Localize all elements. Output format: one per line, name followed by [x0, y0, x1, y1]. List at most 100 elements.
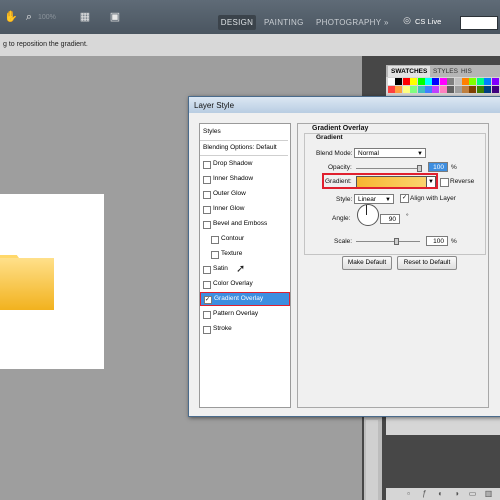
trash-icon[interactable]: ▥ — [484, 489, 493, 498]
search-input[interactable] — [460, 16, 498, 30]
swatch[interactable] — [454, 86, 462, 93]
checkbox[interactable] — [203, 176, 211, 184]
workspace-photography[interactable]: PHOTOGRAPHY — [316, 15, 381, 30]
swatch[interactable] — [491, 86, 499, 93]
swatch[interactable] — [439, 78, 447, 85]
adjustment-icon[interactable]: ◑ — [452, 489, 461, 498]
swatch[interactable] — [491, 78, 499, 85]
list-item-gradient-overlay[interactable]: ✓ Gradient Overlay — [200, 292, 290, 306]
scale-slider-thumb[interactable] — [394, 238, 399, 245]
blend-mode-label: Blend Mode: — [316, 150, 353, 157]
workspace-more[interactable]: » — [384, 15, 389, 30]
swatch[interactable] — [462, 86, 469, 93]
mask-icon[interactable]: ◐ — [436, 489, 445, 498]
swatch[interactable] — [447, 78, 455, 85]
swatch[interactable] — [425, 86, 432, 93]
style-label: Style: — [336, 196, 353, 203]
swatch[interactable] — [388, 78, 395, 85]
swatch[interactable] — [439, 86, 447, 93]
new-swatch-icon[interactable]: ▫ — [404, 489, 413, 498]
swatch[interactable] — [476, 78, 484, 85]
swatch[interactable] — [395, 86, 403, 93]
checkbox[interactable] — [211, 236, 219, 244]
checkbox[interactable] — [203, 191, 211, 199]
list-item-styles[interactable]: Styles — [200, 125, 288, 139]
angle-dial[interactable] — [357, 204, 379, 226]
tab-history[interactable]: HIS — [458, 66, 475, 77]
angle-dial-hand — [366, 205, 367, 215]
swatch[interactable] — [402, 86, 410, 93]
workspace-design[interactable]: DESIGN — [218, 15, 256, 30]
list-item-contour[interactable]: Contour — [200, 232, 288, 246]
list-item-color-overlay[interactable]: Color Overlay — [200, 277, 288, 291]
swatch[interactable] — [484, 86, 492, 93]
workspace-painting[interactable]: PAINTING — [264, 15, 304, 30]
swatch[interactable] — [469, 86, 477, 93]
cs-live-menu[interactable]: CS Live — [415, 17, 441, 26]
reverse-checkbox[interactable] — [440, 178, 449, 187]
swatch[interactable] — [395, 78, 403, 85]
reset-to-default-button[interactable]: Reset to Default — [397, 256, 457, 270]
checkbox[interactable] — [203, 266, 211, 274]
swatch[interactable] — [417, 78, 425, 85]
checkbox[interactable] — [203, 206, 211, 214]
checkbox[interactable] — [203, 281, 211, 289]
tab-swatches[interactable]: SWATCHES — [388, 66, 431, 77]
opacity-slider[interactable] — [356, 168, 420, 169]
checkbox[interactable] — [211, 251, 219, 259]
list-item-outer-glow[interactable]: Outer Glow — [200, 187, 288, 201]
checkbox[interactable]: ✓ — [204, 296, 212, 304]
dialog-titlebar[interactable] — [189, 97, 500, 113]
swatch[interactable] — [410, 78, 418, 85]
cs-live-icon[interactable]: ◎ — [400, 15, 414, 26]
panel-scroll-area — [366, 420, 378, 500]
list-item-satin[interactable]: Satin — [200, 262, 288, 276]
scale-input[interactable]: 100 — [426, 236, 448, 246]
angle-input[interactable]: 90 — [380, 214, 400, 224]
make-default-button[interactable]: Make Default — [342, 256, 392, 270]
list-item-stroke[interactable]: Stroke — [200, 322, 288, 336]
style-select[interactable]: Linear ▼ — [354, 194, 394, 204]
swatch[interactable] — [469, 78, 477, 85]
list-item-inner-shadow[interactable]: Inner Shadow — [200, 172, 288, 186]
blend-mode-select[interactable]: Normal ▼ — [354, 148, 426, 158]
checkbox[interactable] — [203, 311, 211, 319]
checkbox[interactable] — [203, 326, 211, 334]
align-with-layer-label: Align with Layer — [410, 195, 456, 202]
opacity-label: Opacity: — [328, 164, 352, 171]
list-item-drop-shadow[interactable]: Drop Shadow — [200, 157, 288, 171]
swatch[interactable] — [425, 78, 432, 85]
swatch[interactable] — [432, 78, 440, 85]
checkbox[interactable] — [203, 161, 211, 169]
swatch[interactable] — [417, 86, 425, 93]
opacity-input[interactable]: 100 — [428, 162, 448, 172]
list-item-texture[interactable]: Texture — [200, 247, 288, 261]
swatch[interactable] — [402, 78, 410, 85]
swatch[interactable] — [454, 78, 462, 85]
swatch[interactable] — [462, 78, 469, 85]
swatch[interactable] — [432, 86, 440, 93]
scale-slider[interactable] — [356, 241, 420, 242]
fx-icon[interactable]: ƒ — [420, 489, 429, 498]
hand-tool-icon[interactable]: ✋ — [4, 12, 18, 23]
swatch[interactable] — [476, 86, 484, 93]
zoom-tool-icon[interactable]: ⌕ — [22, 12, 36, 23]
checkbox[interactable] — [203, 221, 211, 229]
swatch[interactable] — [484, 78, 492, 85]
align-with-layer-checkbox[interactable]: ✓ — [400, 194, 409, 203]
swatch[interactable] — [388, 86, 395, 93]
tab-styles[interactable]: STYLES — [430, 66, 461, 77]
arrange-documents-icon[interactable]: ▦ — [78, 12, 92, 23]
list-item-pattern-overlay[interactable]: Pattern Overlay — [200, 307, 288, 321]
folder-icon[interactable]: ▭ — [468, 489, 477, 498]
opacity-slider-thumb[interactable] — [417, 165, 422, 172]
list-item-label: Inner Glow — [213, 205, 245, 212]
list-item-blending-options[interactable]: Blending Options: Default — [200, 141, 288, 155]
swatch[interactable] — [410, 86, 418, 93]
swatch[interactable] — [447, 86, 455, 93]
zoom-level[interactable]: 100% — [38, 14, 56, 21]
list-item-bevel-and-emboss[interactable]: Bevel and Emboss — [200, 217, 288, 231]
gradient-highlight-box — [322, 173, 438, 189]
list-item-inner-glow[interactable]: Inner Glow — [200, 202, 288, 216]
screen-mode-icon[interactable]: ▣ — [108, 12, 122, 23]
